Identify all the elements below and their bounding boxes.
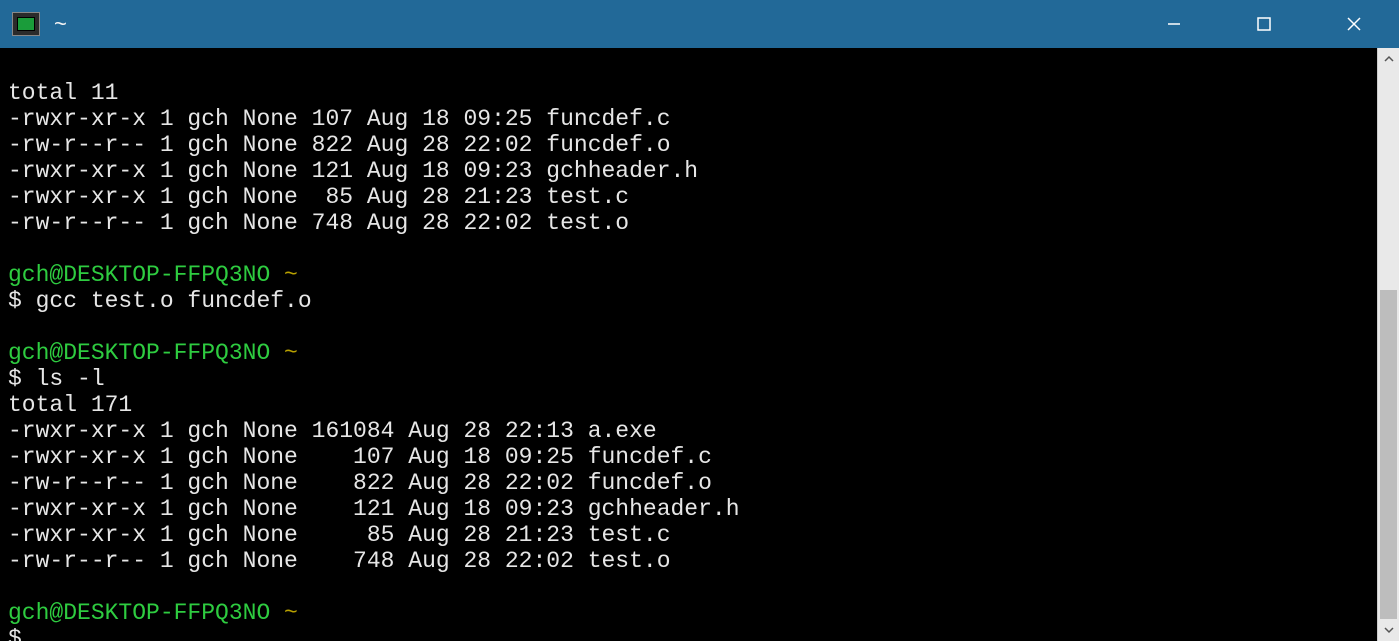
maximize-button[interactable] (1219, 0, 1309, 48)
window-title: ~ (54, 11, 1129, 37)
prompt-dollar: $ (8, 288, 36, 314)
terminal-window: ~ total 11 -rwxr-xr-x 1 gch None 107 Aug… (0, 0, 1399, 641)
ls-row: -rw-r--r-- 1 gch None 822 Aug 28 22:02 f… (8, 470, 712, 496)
blank-line (8, 314, 1369, 340)
window-controls (1129, 0, 1399, 48)
maximize-icon (1256, 16, 1272, 32)
minimize-button[interactable] (1129, 0, 1219, 48)
chevron-down-icon (1384, 625, 1394, 635)
content-area: total 11 -rwxr-xr-x 1 gch None 107 Aug 1… (0, 48, 1399, 641)
ls-row: -rw-r--r-- 1 gch None 748 Aug 28 22:02 t… (8, 548, 671, 574)
ls-row: -rwxr-xr-x 1 gch None 121 Aug 18 09:23 g… (8, 158, 698, 184)
close-button[interactable] (1309, 0, 1399, 48)
ls-row: -rwxr-xr-x 1 gch None 121 Aug 18 09:23 g… (8, 496, 740, 522)
minimize-icon (1165, 15, 1183, 33)
ls-total-2: total 171 (8, 392, 132, 418)
prompt-path: ~ (270, 600, 298, 626)
command-1: gcc test.o funcdef.o (36, 288, 312, 314)
prompt-dollar-final: $ (8, 626, 22, 641)
titlebar[interactable]: ~ (0, 0, 1399, 48)
command-2: ls -l (36, 366, 105, 392)
ls-row: -rwxr-xr-x 1 gch None 85 Aug 28 21:23 te… (8, 184, 629, 210)
prompt-path: ~ (270, 262, 298, 288)
blank-line (8, 236, 1369, 262)
prompt-user: gch@DESKTOP-FFPQ3NO (8, 600, 270, 626)
scroll-up-button[interactable] (1378, 48, 1399, 70)
ls-row: -rwxr-xr-x 1 gch None 107 Aug 18 09:25 f… (8, 106, 671, 132)
scroll-thumb[interactable] (1380, 290, 1397, 619)
scrollbar[interactable] (1377, 48, 1399, 641)
terminal-output[interactable]: total 11 -rwxr-xr-x 1 gch None 107 Aug 1… (0, 48, 1377, 641)
prompt-user: gch@DESKTOP-FFPQ3NO (8, 340, 270, 366)
scroll-down-button[interactable] (1378, 619, 1399, 641)
prompt-path: ~ (270, 340, 298, 366)
ls-total-1: total 11 (8, 80, 118, 106)
ls-row: -rw-r--r-- 1 gch None 748 Aug 28 22:02 t… (8, 210, 629, 236)
prompt-dollar: $ (8, 366, 36, 392)
prompt-user: gch@DESKTOP-FFPQ3NO (8, 262, 270, 288)
blank-line (8, 574, 1369, 600)
ls-row: -rwxr-xr-x 1 gch None 161084 Aug 28 22:1… (8, 418, 657, 444)
close-icon (1345, 15, 1363, 33)
scroll-track[interactable] (1378, 70, 1399, 619)
ls-row: -rwxr-xr-x 1 gch None 85 Aug 28 21:23 te… (8, 522, 671, 548)
ls-row: -rw-r--r-- 1 gch None 822 Aug 28 22:02 f… (8, 132, 671, 158)
app-icon (12, 12, 40, 36)
chevron-up-icon (1384, 54, 1394, 64)
ls-row: -rwxr-xr-x 1 gch None 107 Aug 18 09:25 f… (8, 444, 712, 470)
